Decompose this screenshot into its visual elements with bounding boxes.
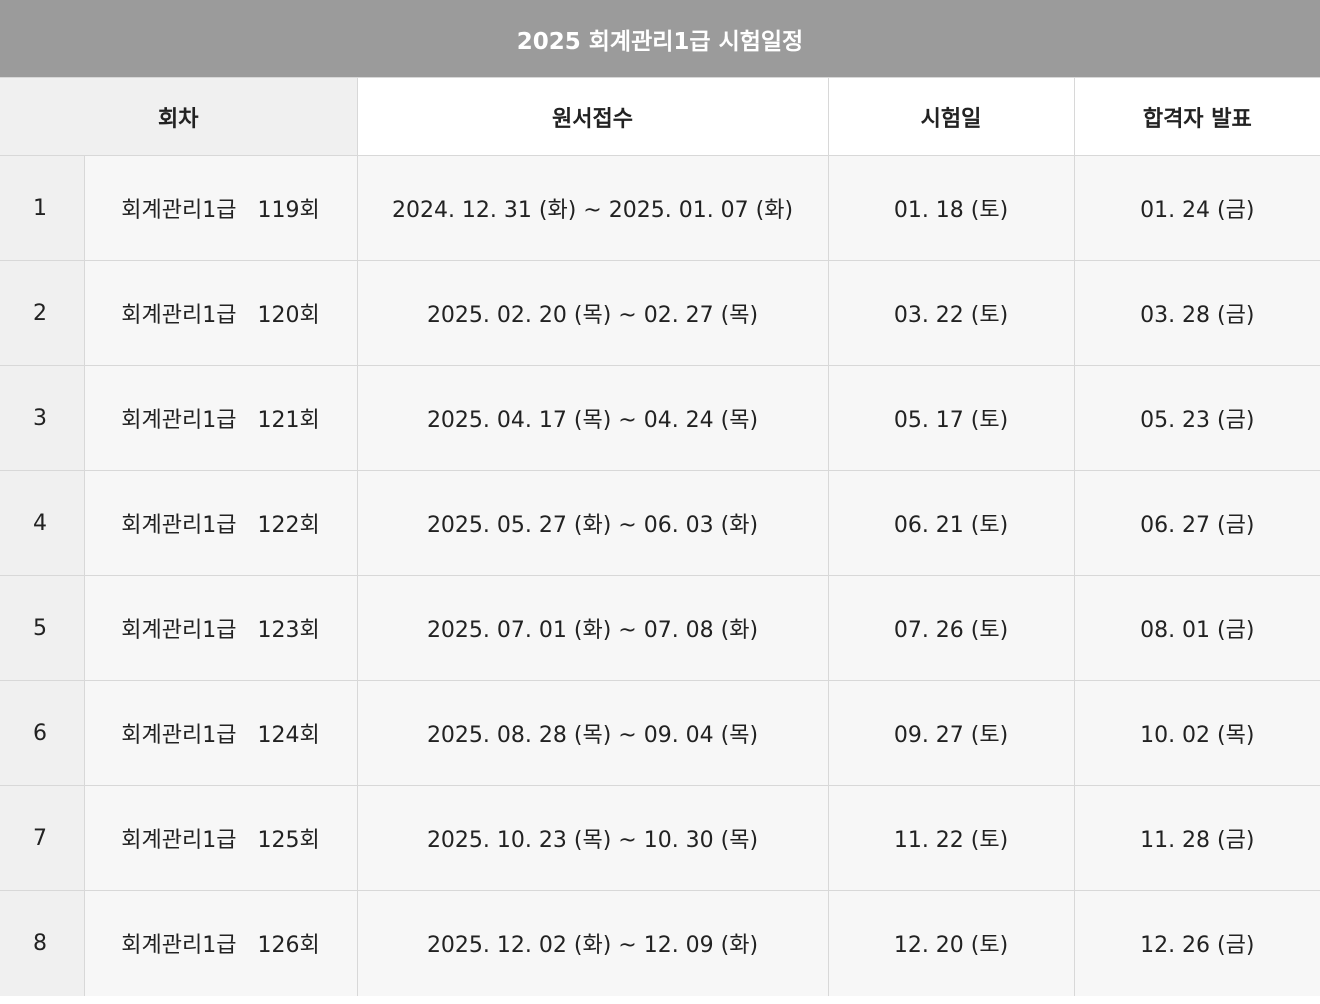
exam-date: 03. 22 (토) — [827, 260, 1075, 366]
exam-date: 12. 20 (토) — [827, 890, 1075, 996]
exam-date: 07. 26 (토) — [827, 575, 1075, 681]
row-number: 8 — [0, 890, 84, 996]
table-row: 4 회계관리1급 122회 2025. 05. 27 (화) ~ 06. 03 … — [0, 470, 1320, 576]
header-result: 합격자 발표 — [1073, 77, 1320, 156]
result-date: 03. 28 (금) — [1073, 260, 1320, 366]
row-number: 1 — [0, 155, 84, 261]
table-row: 6 회계관리1급 124회 2025. 08. 28 (목) ~ 09. 04 … — [0, 680, 1320, 786]
exam-name: 회계관리1급 123회 — [83, 575, 358, 681]
table-row: 7 회계관리1급 125회 2025. 10. 23 (목) ~ 10. 30 … — [0, 785, 1320, 891]
table-row: 8 회계관리1급 126회 2025. 12. 02 (화) ~ 12. 09 … — [0, 890, 1320, 996]
exam-date: 01. 18 (토) — [827, 155, 1075, 261]
exam-date: 11. 22 (토) — [827, 785, 1075, 891]
table-row: 1 회계관리1급 119회 2024. 12. 31 (화) ~ 2025. 0… — [0, 155, 1320, 261]
row-number: 6 — [0, 680, 84, 786]
apply-period: 2025. 10. 23 (목) ~ 10. 30 (목) — [356, 785, 829, 891]
header-round: 회차 — [0, 77, 358, 156]
exam-name: 회계관리1급 120회 — [83, 260, 358, 366]
exam-name: 회계관리1급 124회 — [83, 680, 358, 786]
header-row: 회차 원서접수 시험일 합격자 발표 — [0, 77, 1320, 156]
exam-name: 회계관리1급 121회 — [83, 365, 358, 471]
row-number: 3 — [0, 365, 84, 471]
header-apply: 원서접수 — [356, 77, 829, 156]
apply-period: 2025. 02. 20 (목) ~ 02. 27 (목) — [356, 260, 829, 366]
exam-date: 09. 27 (토) — [827, 680, 1075, 786]
table-title: 2025 회계관리1급 시험일정 — [0, 0, 1320, 77]
exam-name: 회계관리1급 125회 — [83, 785, 358, 891]
row-number: 7 — [0, 785, 84, 891]
result-date: 05. 23 (금) — [1073, 365, 1320, 471]
exam-name: 회계관리1급 126회 — [83, 890, 358, 996]
row-number: 4 — [0, 470, 84, 576]
exam-schedule-table: 회차 원서접수 시험일 합격자 발표 1 회계관리1급 119회 2024. 1… — [0, 77, 1320, 996]
table-row: 5 회계관리1급 123회 2025. 07. 01 (화) ~ 07. 08 … — [0, 575, 1320, 681]
exam-name: 회계관리1급 122회 — [83, 470, 358, 576]
result-date: 01. 24 (금) — [1073, 155, 1320, 261]
row-number: 2 — [0, 260, 84, 366]
table-row: 3 회계관리1급 121회 2025. 04. 17 (목) ~ 04. 24 … — [0, 365, 1320, 471]
apply-period: 2025. 07. 01 (화) ~ 07. 08 (화) — [356, 575, 829, 681]
result-date: 10. 02 (목) — [1073, 680, 1320, 786]
apply-period: 2025. 05. 27 (화) ~ 06. 03 (화) — [356, 470, 829, 576]
exam-name: 회계관리1급 119회 — [83, 155, 358, 261]
result-date: 12. 26 (금) — [1073, 890, 1320, 996]
exam-date: 05. 17 (토) — [827, 365, 1075, 471]
result-date: 11. 28 (금) — [1073, 785, 1320, 891]
apply-period: 2025. 04. 17 (목) ~ 04. 24 (목) — [356, 365, 829, 471]
header-exam: 시험일 — [827, 77, 1075, 156]
apply-period: 2025. 12. 02 (화) ~ 12. 09 (화) — [356, 890, 829, 996]
table-row: 2 회계관리1급 120회 2025. 02. 20 (목) ~ 02. 27 … — [0, 260, 1320, 366]
result-date: 08. 01 (금) — [1073, 575, 1320, 681]
apply-period: 2024. 12. 31 (화) ~ 2025. 01. 07 (화) — [356, 155, 829, 261]
row-number: 5 — [0, 575, 84, 681]
exam-date: 06. 21 (토) — [827, 470, 1075, 576]
result-date: 06. 27 (금) — [1073, 470, 1320, 576]
apply-period: 2025. 08. 28 (목) ~ 09. 04 (목) — [356, 680, 829, 786]
